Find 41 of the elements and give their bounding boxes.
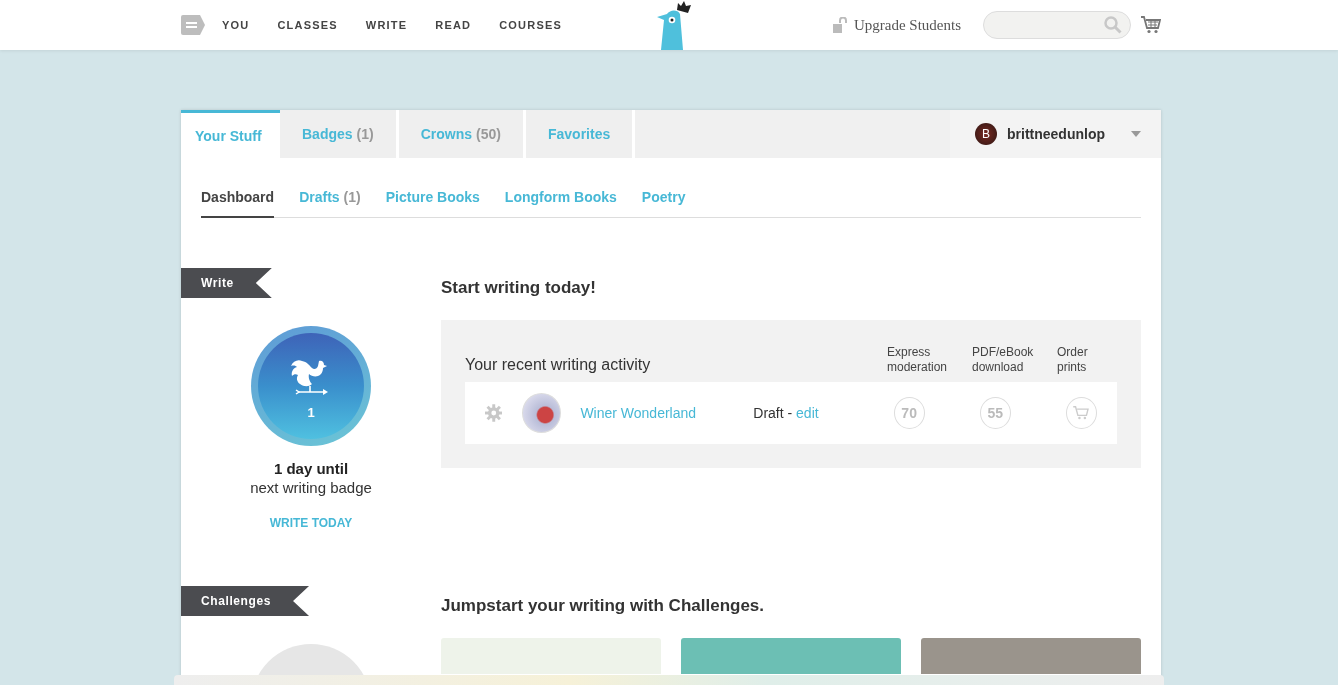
book-cover-thumbnail [522, 393, 562, 433]
subtab[interactable]: Drafts (1) [299, 189, 361, 218]
umbrella-illustration[interactable] [921, 638, 1141, 674]
panel-title: Your recent writing activity [465, 355, 652, 374]
city-illustration[interactable] [681, 638, 901, 674]
nav-link[interactable]: COURSES [499, 19, 563, 31]
tab[interactable]: Your Stuff [181, 110, 280, 158]
badge-number: 1 [307, 404, 315, 420]
nav-link[interactable]: CLASSES [277, 19, 338, 31]
section-heading: Jumpstart your writing with Challenges. [441, 596, 766, 616]
column-header: Order prints [1057, 345, 1089, 375]
nav-link[interactable]: YOU [222, 19, 250, 31]
menu-icon[interactable] [181, 15, 206, 35]
column-header: Express moderation [887, 345, 949, 375]
search-field[interactable] [983, 11, 1131, 39]
book-title-link[interactable]: Winer Wonderland [580, 405, 754, 421]
subtab[interactable]: Poetry [641, 189, 686, 218]
upgrade-link[interactable]: Upgrade Students [853, 16, 961, 34]
section-ribbon: Challenges [181, 586, 310, 616]
countdown-text: 1 day until [272, 460, 350, 477]
edit-link[interactable]: edit [796, 405, 819, 421]
caret-icon [1131, 131, 1141, 137]
cart-icon[interactable] [1141, 16, 1161, 34]
vine-illustration[interactable] [441, 638, 661, 674]
search-icon [1104, 16, 1122, 34]
nav-link[interactable]: WRITE [365, 19, 408, 31]
draft-status: Draft - edit [753, 405, 820, 421]
username: brittneedunlop [1007, 126, 1105, 142]
subtab[interactable]: Longform Books [504, 189, 617, 218]
cart-icon [1073, 406, 1090, 420]
countdown-detail: next writing badge [249, 479, 373, 496]
section-heading: Start writing today! [441, 278, 597, 298]
subtab[interactable]: Picture Books [385, 189, 480, 218]
lock-icon [832, 17, 848, 33]
subtab[interactable]: Dashboard [201, 189, 275, 218]
column-header: PDF/eBook download [972, 345, 1035, 375]
write-today-link[interactable]: WRITE TODAY [269, 516, 353, 530]
nav-link[interactable]: READ [435, 19, 472, 31]
gear-icon[interactable] [485, 404, 503, 422]
section-ribbon: Write [181, 268, 272, 298]
user-avatar: B [975, 123, 997, 145]
